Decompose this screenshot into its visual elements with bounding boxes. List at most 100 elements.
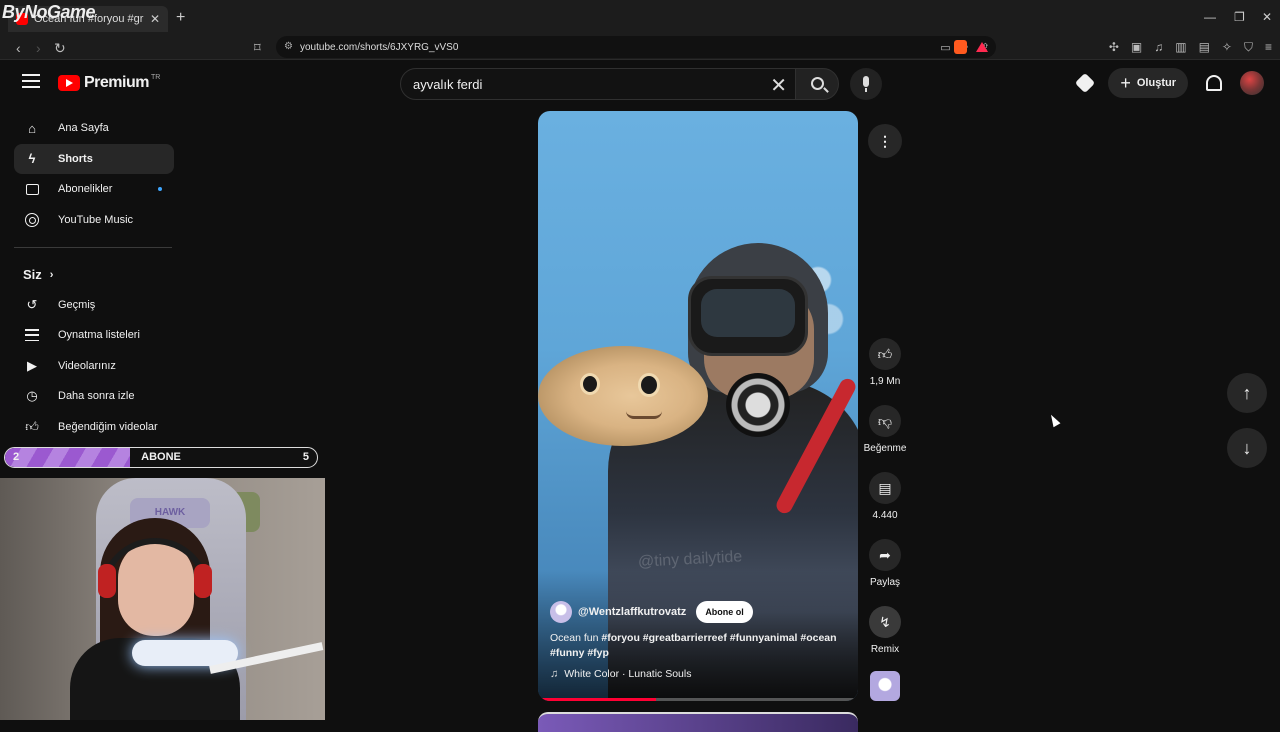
channel-avatar[interactable] <box>550 601 572 623</box>
streamer-webcam: HAWK <box>0 478 325 720</box>
dislike-icon[interactable]: 👎︎ <box>869 405 901 437</box>
sidebar-item-label: Abonelikler <box>58 183 113 195</box>
sidebar-item-liked-videos[interactable]: 👍︎ Beğendiğim videolar <box>14 412 174 442</box>
maximize-icon[interactable]: ❐ <box>1234 10 1245 24</box>
clear-search-icon[interactable]: ✕ <box>770 73 787 98</box>
subscriber-goal-bar: 2 ABONE 5 <box>4 447 318 468</box>
sidebar-item-history[interactable]: ↺ Geçmiş <box>14 290 174 320</box>
playlists-icon <box>24 327 40 343</box>
more-options-icon[interactable]: ⋮ <box>868 124 902 158</box>
site-info-icon[interactable]: ⚙ <box>284 41 293 52</box>
youtube-music-icon <box>24 212 40 228</box>
search-query: ayvalık ferdi <box>413 76 483 92</box>
window-close-icon[interactable]: ✕ <box>1262 10 1272 24</box>
sidebar: ⌂ Ana Sayfa ϟ Shorts Abonelikler YouTube… <box>14 113 174 442</box>
remix-icon[interactable]: ↯ <box>869 606 901 638</box>
music-title: White Color · Lunatic Souls <box>564 668 692 680</box>
youtube-premium-logo[interactable]: Premium TR <box>58 74 160 92</box>
region-code: TR <box>150 73 161 81</box>
music-note-icon: ♫ <box>550 668 559 680</box>
headphone-right <box>194 564 212 598</box>
previous-short-button[interactable]: ↑ <box>1227 373 1267 413</box>
minimize-icon[interactable]: — <box>1204 10 1216 24</box>
cast-icon[interactable]: ▭ <box>940 41 950 54</box>
fish-eye-left <box>580 373 600 395</box>
sidebar-item-your-videos[interactable]: ▶ Videolarınız <box>14 351 174 381</box>
fish-mouth <box>626 411 662 419</box>
brave-rewards-icon[interactable] <box>976 42 988 52</box>
arrow-up-icon: ↑ <box>1242 382 1252 403</box>
back-icon[interactable]: ‹ <box>16 40 21 56</box>
brave-shields-icon[interactable] <box>954 40 967 54</box>
share-icon[interactable]: ➦ <box>869 539 901 571</box>
sidebar-item-label: Ana Sayfa <box>58 122 109 134</box>
logo-text: Premium <box>84 74 149 91</box>
video-diver-mask <box>688 276 808 356</box>
media-icon[interactable]: ♫ <box>1154 40 1163 55</box>
sidebar-you-header[interactable]: Siz › <box>14 260 174 290</box>
like-icon[interactable]: 👍︎ <box>869 338 901 370</box>
bookmark-icon[interactable]: ⌑ <box>254 40 261 56</box>
mouse-cursor-icon <box>1047 412 1061 428</box>
subscribe-button[interactable]: Abone ol <box>696 601 753 623</box>
account-avatar[interactable] <box>1240 71 1264 95</box>
new-tab-icon[interactable]: + <box>176 9 185 27</box>
sound-thumbnail[interactable] <box>870 671 900 701</box>
close-tab-icon[interactable]: ✕ <box>150 12 160 26</box>
leo-icon[interactable]: ✧ <box>1222 40 1232 55</box>
next-short-button[interactable]: ↓ <box>1227 428 1267 468</box>
shorts-video-player[interactable]: @tiny dailytide @Wentzlaffkutrovatz Abon… <box>538 111 858 701</box>
create-button[interactable]: + Oluştur <box>1108 68 1188 98</box>
reload-icon[interactable]: ↻ <box>54 40 66 57</box>
extension-icons: ✣ ▣ ♫ ▥ ▤ ✧ ⛉ ≡ <box>1109 40 1272 55</box>
voice-search-icon[interactable] <box>850 68 882 100</box>
your-videos-icon: ▶ <box>27 357 37 373</box>
search-input[interactable]: ayvalık ferdi ✕ <box>400 68 796 100</box>
sidebar-item-subscriptions[interactable]: Abonelikler <box>14 174 174 204</box>
hamburger-menu-icon[interactable] <box>22 74 40 88</box>
sidebar-toggle-icon[interactable]: ▥ <box>1175 40 1186 55</box>
shorts-icon: ϟ <box>28 151 36 166</box>
sidebar-item-label: Videolarınız <box>58 359 116 372</box>
browser-toolbar: ‹ › ↻ ⌑ ⚙ youtube.com/shorts/6JXYRG_vVS0… <box>0 36 1280 60</box>
youtube-play-icon <box>58 75 80 91</box>
sidebar-item-playlists[interactable]: Oynatma listeleri <box>14 320 174 350</box>
browser-menu-icon[interactable]: ≡ <box>1265 40 1272 55</box>
video-progress-fill <box>538 698 657 701</box>
sidebar-item-home[interactable]: ⌂ Ana Sayfa <box>14 113 174 143</box>
channel-name[interactable]: @Wentzlaffkutrovatz <box>578 606 686 618</box>
wallet-icon[interactable]: ▤ <box>1199 40 1210 55</box>
tab-search-icon[interactable]: ▣ <box>1131 40 1142 55</box>
sidebar-item-label: Beğendiğim videolar <box>58 420 158 433</box>
sidebar-divider <box>14 246 172 248</box>
music-row[interactable]: ♫ White Color · Lunatic Souls <box>550 668 691 680</box>
url-text: youtube.com/shorts/6JXYRG_vVS0 <box>300 41 459 53</box>
sidebar-item-shorts[interactable]: ϟ Shorts <box>14 143 174 174</box>
sidebar-item-youtube-music[interactable]: YouTube Music <box>14 205 174 235</box>
video-progress[interactable] <box>538 698 858 701</box>
address-bar[interactable]: ⚙ youtube.com/shorts/6JXYRG_vVS0 <box>276 36 996 58</box>
microphone <box>132 640 238 666</box>
stream-watermark: ByNoGame <box>2 2 96 22</box>
ai-spark-icon[interactable] <box>1075 72 1096 94</box>
youtube-header: Premium TR ayvalık ferdi ✕ + Oluştur <box>0 60 1280 106</box>
video-pufferfish <box>538 346 708 446</box>
channel-row: @Wentzlaffkutrovatz Abone ol <box>550 601 753 623</box>
dislike-label: Beğenme <box>863 443 907 454</box>
comment-icon[interactable]: ▤ <box>869 472 901 504</box>
video-caption[interactable]: Ocean fun #foryou #greatbarrierreef #fun… <box>550 631 856 661</box>
comments-action: ▤ 4.440 <box>862 472 908 521</box>
sidebar-item-label: YouTube Music <box>58 213 134 226</box>
extensions-icon[interactable]: ✣ <box>1109 40 1119 55</box>
search-button[interactable] <box>795 68 839 100</box>
notifications-bell-icon[interactable] <box>1206 75 1222 91</box>
next-short-preview[interactable] <box>538 712 858 732</box>
subscriptions-icon <box>24 181 40 197</box>
like-count: 1,9 Mn <box>869 376 901 387</box>
vpn-icon[interactable]: ⛉ <box>1244 40 1253 55</box>
sidebar-item-watch-later[interactable]: ◷ Daha sonra izle <box>14 381 174 411</box>
forward-icon[interactable]: › <box>36 40 41 56</box>
watch-later-icon: ◷ <box>26 388 38 403</box>
share-action: ➦ Paylaş <box>862 539 908 588</box>
search-icon <box>811 77 824 90</box>
